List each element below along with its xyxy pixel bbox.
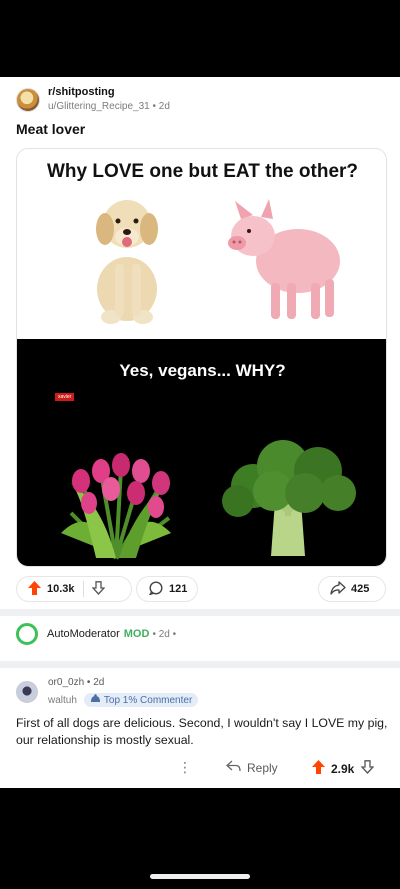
meme-top-panel: Why LOVE one but EAT the other? [17, 149, 386, 339]
downvote-icon[interactable] [91, 580, 106, 598]
commenter-secondary-name: waltuh [48, 694, 77, 706]
reply-arrow-icon [226, 760, 241, 775]
section-divider [0, 661, 400, 668]
reply-button[interactable]: Reply [226, 760, 278, 775]
commenter-flair-line: waltuh Top 1% Commenter [48, 693, 199, 707]
post-author[interactable]: u/Glittering_Recipe_31 [48, 101, 150, 112]
meme-bottom-text: Yes, vegans... WHY? [119, 361, 286, 380]
post-meta: u/Glittering_Recipe_31 • 2d [48, 101, 170, 112]
post-action-bar: 10.3k 121 425 [16, 576, 386, 604]
automoderator-avatar [16, 623, 38, 645]
post-upvote-count: 10.3k [47, 583, 75, 595]
share-button[interactable]: 425 [318, 576, 386, 602]
automoderator-name[interactable]: AutoModerator [47, 628, 120, 640]
dog-illustration [96, 200, 158, 324]
comment-count: 121 [169, 583, 188, 595]
comment-bubble-icon [148, 580, 163, 598]
vote-separator [82, 581, 84, 597]
meme-top-text: Why LOVE one but EAT the other? [46, 161, 359, 182]
mod-badge: MOD [123, 628, 150, 640]
section-divider [0, 609, 400, 616]
share-count: 425 [351, 583, 370, 595]
post-title[interactable]: Meat lover [16, 121, 85, 137]
automoderator-meta: • 2d • [152, 628, 177, 640]
top-commenter-flair: Top 1% Commenter [83, 693, 199, 707]
home-indicator[interactable] [150, 874, 250, 879]
top-black-bar [0, 0, 400, 77]
upvote-icon[interactable] [28, 580, 41, 598]
pig-illustration [228, 199, 340, 319]
post-vote-pill: 10.3k [16, 576, 132, 602]
automoderator-age: 2d [158, 628, 170, 640]
post-header: r/shitposting u/Glittering_Recipe_31 • 2… [16, 82, 376, 116]
tulips-illustration [61, 453, 171, 560]
flair-label: Top 1% Commenter [103, 694, 193, 706]
comment-age: 2d [93, 677, 105, 688]
commenter-badge-icon [90, 694, 101, 706]
comment-downvote-icon[interactable] [360, 760, 375, 777]
more-options-icon[interactable]: ⋮ [178, 759, 192, 776]
meme-watermark-tag: xavier [55, 393, 75, 401]
comments-button[interactable]: 121 [136, 576, 198, 602]
comment-vote-group: 2.9k [312, 760, 375, 777]
post-age: 2d [158, 101, 170, 112]
commenter-avatar[interactable] [16, 681, 38, 703]
subreddit-name[interactable]: r/shitposting [48, 86, 115, 98]
subreddit-avatar[interactable] [16, 88, 40, 112]
meme-bottom-panel: Yes, vegans... WHY? xavier [17, 339, 386, 566]
comment-body: First of all dogs are delicious. Second,… [16, 716, 388, 747]
post-card: r/shitposting u/Glittering_Recipe_31 • 2… [0, 77, 400, 788]
commenter-username[interactable]: or0_0zh [48, 677, 84, 688]
comment-action-bar: ⋮ Reply 2.9k [16, 757, 386, 781]
reply-label: Reply [247, 760, 278, 775]
commenter-line: or0_0zh • 2d [48, 677, 104, 688]
meme-image[interactable]: Why LOVE one but EAT the other? Yes, veg… [16, 148, 387, 567]
share-arrow-icon [330, 580, 346, 598]
broccoli-illustration [222, 440, 356, 556]
automoderator-comment[interactable]: AutoModerator MOD • 2d • [16, 621, 386, 647]
comment-vote-count: 2.9k [331, 761, 355, 776]
comment-upvote-icon[interactable] [312, 760, 325, 777]
